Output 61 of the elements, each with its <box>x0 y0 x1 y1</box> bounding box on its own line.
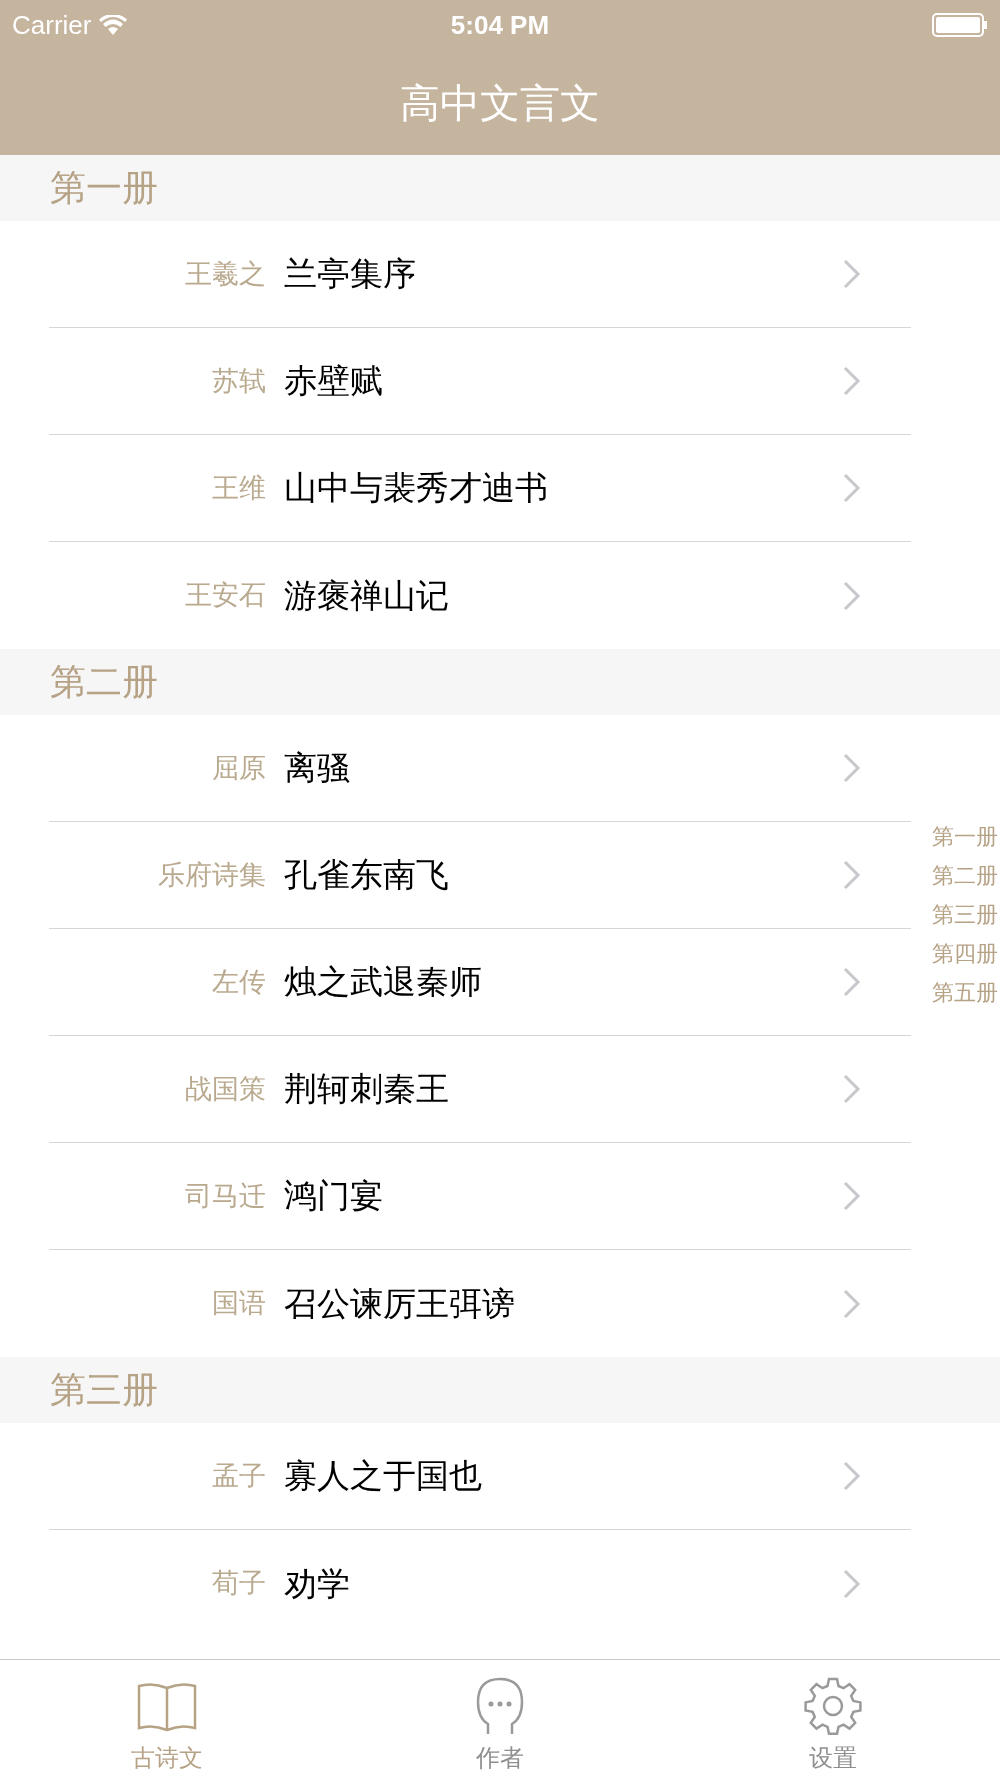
screen-title: 高中文言文 <box>400 78 600 128</box>
tab-label: 古诗文 <box>130 1743 203 1774</box>
title-label: 山中与裴秀才迪书 <box>284 467 549 510</box>
chevron-icon <box>843 580 861 611</box>
title-label: 赤壁赋 <box>284 360 384 403</box>
author-label: 荀子 <box>211 1566 266 1601</box>
title-label: 鸿门宴 <box>284 1175 384 1218</box>
list-row[interactable]: 乐府诗集 孔雀东南飞 <box>49 822 911 928</box>
author-label: 国语 <box>211 1286 266 1321</box>
title-label: 荆轲刺秦王 <box>284 1068 450 1111</box>
title-label: 召公谏厉王弭谤 <box>284 1282 516 1325</box>
list-row[interactable]: 孟子 寡人之于国也 <box>49 1423 911 1529</box>
title-label: 烛之武退秦师 <box>284 961 483 1004</box>
chevron-icon <box>843 1074 861 1104</box>
title-label: 寡人之于国也 <box>284 1455 483 1498</box>
list-row[interactable]: 战国策 荆轲刺秦王 <box>49 1036 911 1142</box>
chevron-icon <box>843 1568 861 1599</box>
section-title: 第二册 <box>50 660 158 704</box>
author-label: 战国策 <box>184 1071 266 1106</box>
author-label: 乐府诗集 <box>157 857 266 892</box>
author-label: 王安石 <box>184 578 266 613</box>
carrier-label: Carrier <box>12 8 92 42</box>
chevron-icon <box>843 1288 861 1319</box>
chevron-icon <box>843 967 861 997</box>
section-title: 第一册 <box>50 166 158 210</box>
chevron-icon <box>843 366 861 396</box>
author-label: 司马迁 <box>184 1178 266 1213</box>
list-row[interactable]: 国语 召公谏厉王弭谤 <box>49 1250 911 1357</box>
list-row[interactable]: 苏轼 赤壁赋 <box>49 328 911 434</box>
title-label: 兰亭集序 <box>284 253 417 296</box>
author-label: 王羲之 <box>184 256 266 291</box>
wifi-icon <box>99 15 128 35</box>
chevron-icon <box>843 753 861 783</box>
author-label: 孟子 <box>211 1458 266 1493</box>
chevron-icon <box>843 860 861 890</box>
chevron-icon <box>843 1461 861 1491</box>
title-label: 游褒禅山记 <box>284 574 450 617</box>
status-time: 5:04 PM <box>450 8 550 42</box>
author-label: 王维 <box>211 470 266 505</box>
section-title: 第三册 <box>50 1368 158 1412</box>
tab-label: 作者 <box>476 1743 524 1774</box>
settings-icon <box>803 1676 864 1736</box>
author-label: 屈原 <box>211 750 266 785</box>
list-row[interactable]: 王羲之 兰亭集序 <box>49 221 911 327</box>
tab-label: 设置 <box>809 1743 858 1774</box>
chevron-icon <box>843 1181 861 1211</box>
battery-icon <box>932 13 988 37</box>
list-row[interactable]: 左传 烛之武退秦师 <box>49 929 911 1035</box>
list-row[interactable]: 王安石 游褒禅山记 <box>49 542 911 649</box>
list-row[interactable]: 荀子 劝学 <box>49 1530 911 1637</box>
title-label: 劝学 <box>284 1562 351 1605</box>
chevron-icon <box>843 473 861 503</box>
author-label: 苏轼 <box>211 363 266 398</box>
list-row[interactable]: 司马迁 鸿门宴 <box>49 1143 911 1249</box>
chevron-icon <box>843 259 861 289</box>
list-row[interactable]: 屈原 离骚 <box>49 715 911 821</box>
title-label: 孔雀东南飞 <box>284 854 450 897</box>
author-label: 左传 <box>211 964 266 999</box>
list-row[interactable]: 王维 山中与裴秀才迪书 <box>49 435 911 541</box>
head-icon <box>474 1676 526 1736</box>
title-label: 离骚 <box>284 747 351 790</box>
